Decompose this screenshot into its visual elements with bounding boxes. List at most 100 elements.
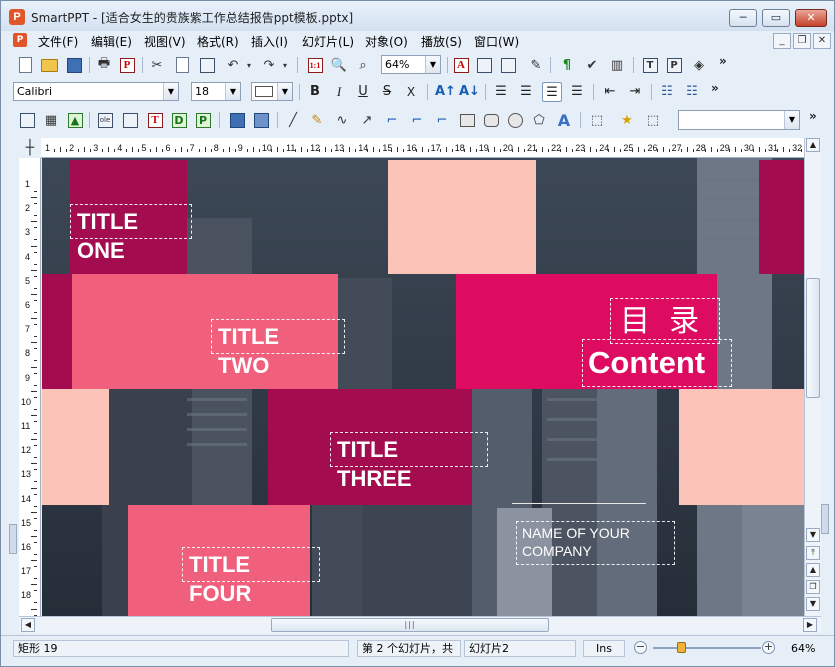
scroll-left-button[interactable]: ◀ [21, 618, 35, 632]
arrow-tool-button[interactable]: ↗ [357, 110, 377, 130]
connector-tool-button[interactable]: ⌐ [382, 110, 402, 130]
shapes-button[interactable]: ⬠ [529, 110, 549, 130]
prev-slide-button[interactable]: ▲ [806, 563, 820, 577]
font-name-select[interactable]: Calibri ▼ [13, 82, 179, 101]
heading-cn-text[interactable]: 目 录 [620, 304, 699, 340]
redo-button[interactable]: ↷ [259, 55, 279, 75]
menu-insert[interactable]: 插入(I) [251, 33, 288, 50]
doc-minimize-button[interactable]: _ [773, 33, 791, 49]
scroll-down-button[interactable]: ▼ [806, 528, 820, 542]
open-button[interactable] [39, 55, 59, 75]
company-text[interactable]: NAME OF YOUR COMPANY [522, 524, 630, 560]
rectangle-tool-button[interactable] [457, 110, 477, 130]
fill-color-select[interactable]: ▼ [251, 82, 293, 101]
peach-block-left[interactable] [42, 389, 109, 505]
rounded-rect-tool-button[interactable] [481, 110, 501, 130]
save-button[interactable] [64, 55, 84, 75]
undo-dropdown[interactable]: ▾ [243, 55, 255, 75]
format-painter-button[interactable] [474, 55, 494, 75]
title-two-text[interactable]: TITLE TWO [218, 322, 279, 380]
zoom-in-button[interactable]: 🔍 [329, 55, 349, 75]
toolbar-overflow-button[interactable]: » [809, 109, 817, 123]
toolbar-overflow-button[interactable]: » [711, 81, 719, 95]
frame-button[interactable] [227, 110, 247, 130]
line-tool-button[interactable]: ╱ [283, 110, 303, 130]
grow-font-button[interactable]: A↑ [435, 82, 456, 102]
scroll-right-button[interactable]: ▶ [803, 618, 817, 632]
underline-button[interactable]: U [353, 82, 373, 102]
maximize-button[interactable]: ▭ [762, 9, 790, 27]
menu-object[interactable]: 对象(O) [365, 33, 408, 50]
menu-edit[interactable]: 编辑(E) [91, 33, 132, 50]
next-slide-button[interactable]: ▼ [806, 597, 820, 611]
align-center-button[interactable]: ☰ [542, 82, 562, 102]
crimson-block-top-right[interactable] [759, 160, 804, 274]
actual-size-button[interactable]: 1:1 [305, 55, 325, 75]
right-panel-toggle-handle[interactable] [821, 504, 829, 534]
divider-line[interactable] [512, 503, 646, 504]
ole-object-button[interactable]: ole [95, 110, 115, 130]
title-three-text[interactable]: TITLE THREE [337, 435, 412, 493]
peach-block-right[interactable] [679, 389, 804, 505]
zoom-out-button[interactable]: − [634, 641, 647, 654]
doc-close-button[interactable]: ✕ [813, 33, 831, 49]
redo-dropdown[interactable]: ▾ [279, 55, 291, 75]
decrease-indent-button[interactable]: ⇤ [600, 82, 620, 102]
menu-window[interactable]: 窗口(W) [474, 33, 519, 50]
toolbar-overflow-button[interactable]: » [719, 54, 727, 68]
media-button[interactable] [251, 110, 271, 130]
undo-button[interactable]: ↶ [223, 55, 243, 75]
text-field-button[interactable]: T [145, 110, 165, 130]
align-left-button[interactable]: ☰ [491, 82, 511, 102]
numbered-list-button[interactable]: ☷ [682, 82, 702, 102]
text-box-button[interactable] [17, 110, 37, 130]
font-size-select[interactable]: 18 ▼ [191, 82, 241, 101]
slide-canvas[interactable]: TITLE ONE TITLE TWO TITLE THREE TITLE FO… [42, 158, 804, 616]
date-field-button[interactable]: D [169, 110, 189, 130]
slide-list-button[interactable]: ❐ [806, 580, 820, 594]
vertical-ruler[interactable]: 1 2 3 4 5 6 7 8 9 10 11 12 13 14 15 16 17 18 [19, 158, 41, 616]
menu-play[interactable]: 播放(S) [421, 33, 462, 50]
bullet-list-button[interactable]: ☷ [657, 82, 677, 102]
font-color-button[interactable]: A [451, 55, 471, 75]
select-tool-button[interactable]: ⬚ [643, 110, 663, 130]
title-four-text[interactable]: TITLE FOUR [189, 550, 251, 608]
justify-button[interactable]: ☰ [567, 82, 587, 102]
picture-button[interactable]: ▲ [65, 110, 85, 130]
zoom-select[interactable]: 64% ▼ [381, 55, 441, 74]
doc-restore-button[interactable]: ❐ [793, 33, 811, 49]
wordart-button[interactable]: A [554, 110, 574, 130]
group-button[interactable]: ⬚ [587, 110, 607, 130]
zoom-slider-track[interactable] [653, 647, 761, 649]
page-setup-button[interactable]: P [664, 55, 684, 75]
vertical-scroll-thumb[interactable] [806, 278, 820, 398]
spellcheck-button[interactable]: ✔ [582, 55, 602, 75]
document-icon[interactable]: P [13, 33, 27, 47]
minimize-button[interactable]: ─ [729, 9, 757, 27]
menu-file[interactable]: 文件(F) [38, 33, 78, 50]
align-right-button[interactable]: ☰ [516, 82, 536, 102]
strikethrough-button[interactable]: S [377, 82, 397, 102]
zoom-in-small-button[interactable]: + [762, 641, 775, 654]
curved-connector-button[interactable]: ⌐ [432, 110, 452, 130]
print-button[interactable]: 🖶 [94, 55, 114, 75]
cut-button[interactable]: ✂ [147, 55, 167, 75]
brush-button[interactable]: ✎ [526, 55, 546, 75]
increase-indent-button[interactable]: ⇥ [625, 82, 645, 102]
shrink-font-button[interactable]: A↓ [459, 82, 480, 102]
table-button[interactable]: ▦ [41, 110, 61, 130]
zoom-button[interactable]: ⌕ [353, 55, 373, 75]
chart-button[interactable]: ▥ [607, 55, 627, 75]
elbow-connector-button[interactable]: ⌐ [407, 110, 427, 130]
horizontal-scroll-thumb[interactable]: ||| [271, 618, 549, 632]
effects-button[interactable]: ★ [617, 110, 637, 130]
page-number-button[interactable]: P [193, 110, 213, 130]
peach-block-top[interactable] [388, 160, 536, 274]
ellipse-tool-button[interactable] [505, 110, 525, 130]
panel-toggle-handle[interactable] [9, 524, 17, 554]
clear-format-button[interactable]: X [401, 82, 421, 102]
template-button[interactable]: T [640, 55, 660, 75]
close-button[interactable]: ✕ [795, 9, 827, 27]
vertical-scrollbar[interactable]: ▲ ▼ ⤒ ▲ ❐ ▼ [804, 138, 821, 616]
heading-en-text[interactable]: Content [588, 344, 705, 382]
